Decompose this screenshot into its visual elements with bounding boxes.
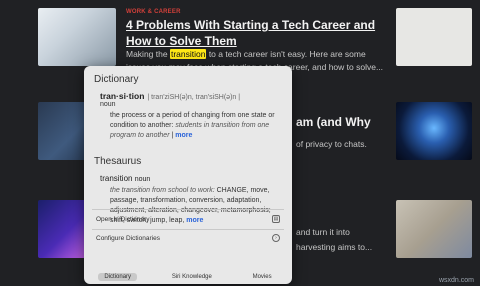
excerpt-text-before: Making the [126,49,170,59]
article-excerpt-3-fragment-1: and turn it into [296,227,350,237]
open-in-dictionary-action[interactable]: Open in Dictionary ▤ [96,215,280,223]
dictionary-section-title: Dictionary [94,74,139,85]
tab-dictionary[interactable]: Dictionary [98,273,138,281]
watermark: wsxdn.com [438,277,474,284]
lookup-tabs: Dictionary Siri Knowledge Movies [84,270,292,284]
configure-dictionaries-label: Configure Dictionaries [96,235,160,242]
thesaurus-pos: noun [134,176,151,183]
pronunciation: | tran'ziSH(ə)n, tran'siSH(ə)n | [147,94,241,101]
definition: the process or a period of changing from… [110,112,275,139]
article-excerpt-3-fragment-2: harvesting aims to... [296,242,373,252]
article-thumbnail-person-lights[interactable] [396,102,472,160]
part-of-speech: noun [100,101,116,108]
book-icon: ▤ [272,215,280,223]
configure-dictionaries-action[interactable]: Configure Dictionaries › [96,234,280,242]
article-thumbnail-tech-career[interactable] [38,8,116,66]
dictionary-lookup-popup: Dictionary tran·si·tion | tran'ziSH(ə)n, … [84,66,292,284]
tab-siri-knowledge[interactable]: Siri Knowledge [166,273,218,281]
article-excerpt-2-fragment: of privacy to chats. [296,139,367,149]
thesaurus-word: transition noun [100,174,150,183]
tab-movies[interactable]: Movies [247,273,278,281]
thesaurus-word-text: transition [100,174,133,183]
definition-more-link[interactable]: more [175,132,192,139]
article-headline[interactable]: 4 Problems With Starting a Tech Career a… [126,17,386,49]
thesaurus-example: the transition from school to work: [110,187,215,194]
article-thumbnail-laptop[interactable] [396,8,472,66]
article-thumbnail-multimeter[interactable] [396,200,472,258]
article-category[interactable]: WORK & CAREER [126,9,181,15]
headword-text: tran·si·tion [100,91,145,101]
thesaurus-section-title: Thesaurus [94,156,142,167]
divider [92,209,284,210]
headword: tran·si·tion | tran'ziSH(ə)n, tran'siSH(ə… [100,91,240,101]
settings-circle-icon: › [272,234,280,242]
open-in-dictionary-label: Open in Dictionary [96,216,150,223]
highlighted-word[interactable]: transition [169,49,207,59]
divider [92,229,284,230]
article-headline-2-fragment[interactable]: am (and Why [296,114,371,130]
